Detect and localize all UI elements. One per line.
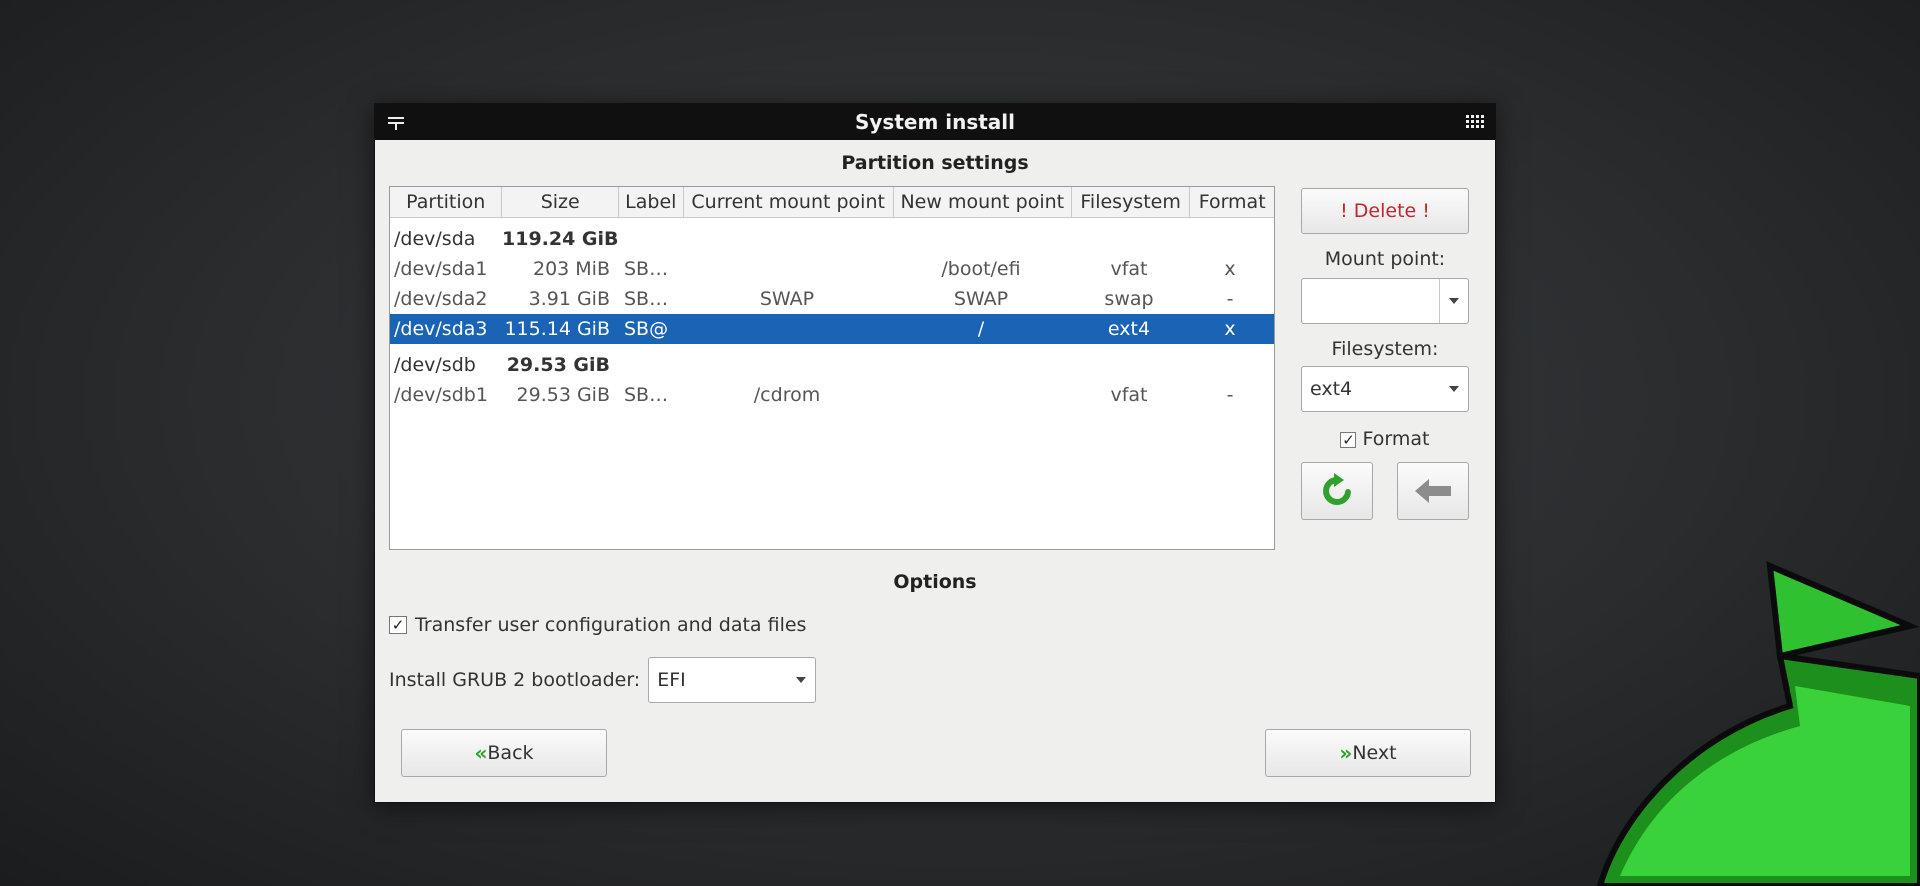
grub-label: Install GRUB 2 bootloader: (389, 669, 641, 691)
window-grid-icon[interactable] (1465, 113, 1485, 131)
cell-new-mount: SWAP (953, 288, 1009, 310)
double-chevron-right-icon: » (1339, 741, 1352, 765)
cell-format: - (1226, 384, 1234, 406)
double-chevron-left-icon: « (474, 741, 487, 765)
cell-filesystem: ext4 (1107, 318, 1151, 340)
cell-filesystem: swap (1104, 288, 1154, 310)
chevron-down-icon (787, 658, 815, 702)
mount-point-label: Mount point: (1324, 248, 1446, 270)
grub-bootloader-dropdown[interactable]: EFI (648, 657, 817, 703)
filesystem-dropdown[interactable]: ext4 (1301, 366, 1469, 412)
cell-label: SB… (624, 258, 669, 280)
cell-partition: /dev/sda (394, 228, 476, 250)
format-option[interactable]: ✓ Format (1301, 428, 1469, 450)
system-install-window: System install Partition settings Partit… (374, 103, 1496, 803)
arrow-left-icon (1415, 479, 1451, 503)
table-row-device-sda[interactable]: /dev/sda 119.24 GiB (390, 224, 1274, 254)
cell-label: SB… (624, 384, 669, 406)
cell-filesystem: vfat (1110, 384, 1148, 406)
column-header-new-mount[interactable]: New mount point (894, 187, 1072, 217)
cell-format: x (1224, 318, 1236, 340)
grub-option: Install GRUB 2 bootloader: EFI (389, 657, 817, 703)
window-titlebar: System install (375, 104, 1495, 140)
refresh-icon (1323, 473, 1351, 505)
table-row-sda2[interactable]: /dev/sda2 3.91 GiB SB… SWAP SWAP swap - (390, 284, 1274, 314)
chevron-down-icon[interactable] (1439, 279, 1468, 323)
next-label: Next (1352, 742, 1397, 764)
cell-current-mount: /cdrom (753, 384, 821, 406)
column-header-partition[interactable]: Partition (390, 187, 503, 217)
chevron-down-icon (1440, 367, 1468, 411)
table-row-sda3-selected[interactable]: /dev/sda3 115.14 GiB SB@ / ext4 x (390, 314, 1274, 344)
undo-partition-button[interactable] (1397, 462, 1469, 520)
cell-partition: /dev/sda1 (394, 258, 488, 280)
format-label: Format (1362, 428, 1430, 450)
back-label: Back (487, 742, 534, 764)
transfer-checkbox[interactable]: ✓ (389, 616, 407, 634)
cell-format: - (1226, 288, 1234, 310)
column-header-size[interactable]: Size (502, 187, 619, 217)
partition-settings-heading: Partition settings (841, 152, 1029, 174)
partition-table[interactable]: Partition Size Label Current mount point… (389, 186, 1275, 550)
cell-size: 115.14 GiB (504, 318, 610, 340)
table-row-sdb1[interactable]: /dev/sdb1 29.53 GiB SB… /cdrom vfat - (390, 380, 1274, 410)
desktop-green-arrow (1596, 561, 1920, 886)
column-header-label[interactable]: Label (619, 187, 684, 217)
table-row-device-sdb[interactable]: /dev/sdb 29.53 GiB (390, 350, 1274, 380)
cell-current-mount: SWAP (759, 288, 815, 310)
cell-partition: /dev/sda2 (394, 288, 488, 310)
options-heading: Options (893, 571, 977, 593)
cell-filesystem: vfat (1110, 258, 1148, 280)
delete-partition-button[interactable]: ! Delete ! (1301, 188, 1469, 234)
column-header-filesystem[interactable]: Filesystem (1072, 187, 1191, 217)
cell-partition: /dev/sda3 (394, 318, 488, 340)
filesystem-value: ext4 (1310, 378, 1353, 400)
format-checkbox[interactable]: ✓ (1340, 431, 1357, 449)
cell-label: SB@ (624, 318, 669, 340)
cell-new-mount: /boot/efi (941, 258, 1021, 280)
cell-new-mount: / (977, 318, 985, 340)
cell-size: 29.53 GiB (506, 354, 610, 376)
column-header-format[interactable]: Format (1190, 187, 1274, 217)
transfer-option[interactable]: ✓ Transfer user configuration and data f… (389, 614, 806, 636)
next-button[interactable]: » Next (1265, 729, 1471, 777)
partition-table-header: Partition Size Label Current mount point… (390, 187, 1274, 218)
mount-point-combobox[interactable] (1301, 278, 1469, 324)
filesystem-label: Filesystem: (1331, 338, 1439, 360)
back-button[interactable]: « Back (401, 729, 607, 777)
cell-size: 29.53 GiB (516, 384, 610, 406)
cell-size: 3.91 GiB (528, 288, 610, 310)
cell-size: 119.24 GiB (502, 228, 618, 250)
column-header-current-mount[interactable]: Current mount point (684, 187, 894, 217)
grub-value: EFI (657, 669, 686, 691)
cell-size: 203 MiB (532, 258, 610, 280)
cell-format: x (1224, 258, 1236, 280)
transfer-label: Transfer user configuration and data fil… (415, 614, 807, 636)
table-row-sda1[interactable]: /dev/sda1 203 MiB SB… /boot/efi vfat x (390, 254, 1274, 284)
partition-edit-panel: ! Delete ! Mount point: Filesystem: ext4… (1301, 188, 1469, 520)
cell-label: SB… (624, 288, 669, 310)
window-title: System install (854, 110, 1016, 134)
cell-partition: /dev/sdb (394, 354, 476, 376)
cell-partition: /dev/sdb1 (394, 384, 488, 406)
window-menu-icon[interactable] (385, 112, 407, 132)
reset-partition-button[interactable] (1301, 462, 1373, 520)
